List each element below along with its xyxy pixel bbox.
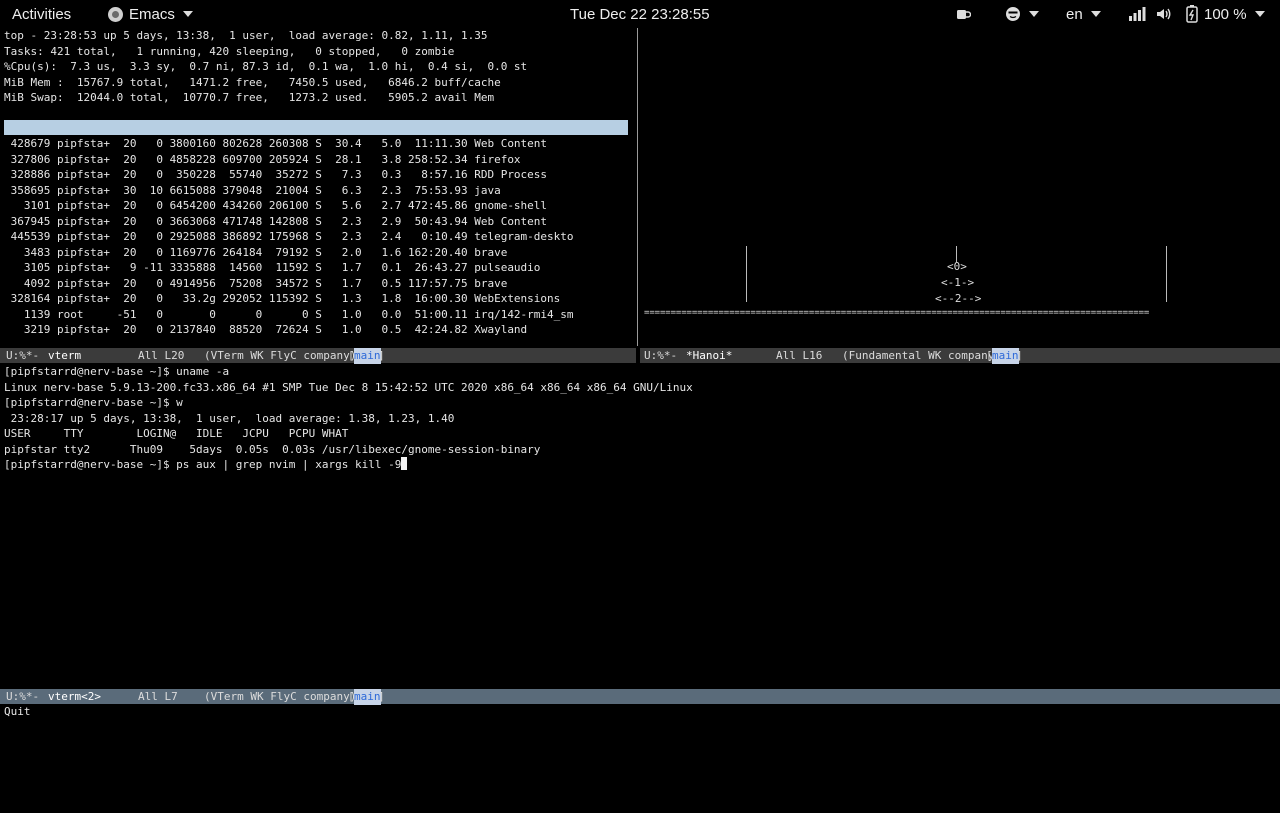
shell-line: pipfstar tty2 Thu09 5days 0.05s 0.03s /u… [4, 442, 541, 456]
echo-area: Quit [4, 705, 31, 718]
modeline-branch-close: ] [378, 690, 385, 703]
swap-line: MiB Swap: 12044.0 total, 10770.7 free, 1… [4, 91, 495, 104]
modeline-branch[interactable]: main [354, 348, 381, 364]
table-row: 358695 pipfsta+ 30 10 6615088 379048 210… [4, 183, 501, 197]
modeline-buffer-name[interactable]: vterm<2> [48, 689, 101, 705]
modeline-buffer-name[interactable]: vterm [48, 348, 81, 364]
shell-line: USER TTY LOGIN@ IDLE JCPU PCPU WHAT [4, 427, 349, 440]
modeline-modes[interactable]: (VTerm WK FlyC company) [204, 348, 356, 364]
emoji-icon [1006, 7, 1020, 21]
table-row: 3483 pipfsta+ 20 0 1169776 264184 79192 … [4, 245, 508, 259]
activities-label: Activities [12, 5, 72, 23]
modeline-buffer-name[interactable]: *Hanoi* [686, 348, 732, 364]
shell-vterm-pane[interactable]: [pipfstarrd@nerv-base ~]$ uname -a Linux… [0, 364, 1280, 688]
hanoi-pole-left [746, 246, 747, 302]
table-row: 367945 pipfsta+ 20 0 3663068 471748 1428… [4, 214, 548, 228]
table-row: 328886 pipfsta+ 20 0 350228 55740 35272 … [4, 168, 548, 181]
mem-line: MiB Mem : 15767.9 total, 1471.2 free, 74… [4, 75, 501, 89]
table-row: 1139 root -51 0 0 0 0 S 1.0 0.0 51:00.11… [4, 307, 574, 321]
process-table-header: PID USER PR NI VIRT RES SHR S %CPU %MEM … [4, 120, 628, 150]
table-row: 328164 pipfsta+ 20 0 33.2g 292052 115392… [4, 292, 561, 305]
hanoi-pane[interactable]: <0> <-1-> <--2--> [640, 28, 1280, 346]
coffee-icon [957, 10, 971, 19]
language-label: en [1066, 5, 1083, 23]
modeline-branch[interactable]: main [992, 348, 1019, 364]
hanoi-base: ========================================… [644, 308, 1150, 318]
text-cursor [401, 457, 408, 470]
top-vterm-pane[interactable]: top - 23:28:53 up 5 days, 13:38, 1 user,… [0, 28, 636, 346]
shell-command[interactable]: [pipfstarrd@nerv-base ~]$ ps aux | grep … [4, 458, 401, 471]
modeline-position: All L20 [138, 349, 185, 362]
table-row: 4092 pipfsta+ 20 0 4914956 75208 34572 S… [4, 276, 508, 290]
modeline-state: U:%*- [6, 349, 40, 362]
emoji-indicator[interactable] [1005, 5, 1039, 23]
volume-icon [1157, 8, 1171, 20]
battery-indicator[interactable]: 100 % [1186, 5, 1265, 23]
activities-button[interactable]: Activities [12, 5, 71, 23]
shell-line: Linux nerv-base 5.9.13-200.fc33.x86_64 #… [4, 380, 693, 394]
table-row: 3219 pipfsta+ 20 0 2137840 88520 72624 S… [4, 323, 528, 336]
window-divider[interactable] [637, 28, 638, 346]
table-row: 428679 pipfsta+ 20 0 3800160 802628 2603… [4, 137, 548, 150]
wifi-indicator[interactable] [1128, 5, 1146, 23]
modeline-modes[interactable]: (VTerm WK FlyC company) [204, 689, 356, 705]
app-name: Emacs [129, 5, 175, 23]
wifi-icon [1129, 7, 1146, 21]
chevron-down-icon [182, 11, 193, 17]
modeline-vterm[interactable]: U:%*- vterm All L20 (VTerm WK FlyC compa… [0, 348, 636, 364]
hanoi-disk-1: <-1-> [941, 276, 975, 289]
modeline-state: U:%*- [6, 690, 40, 703]
modeline-modes[interactable]: (Fundamental WK company) [842, 348, 1001, 364]
hanoi-pole-right [1166, 246, 1167, 302]
battery-label: 100 % [1204, 5, 1247, 23]
modeline-position: All L7 [138, 690, 178, 703]
shell-line: 23:28:17 up 5 days, 13:38, 1 user, load … [4, 411, 455, 425]
shell-line: [pipfstarrd@nerv-base ~]$ uname -a [4, 365, 230, 378]
modeline-branch-close: ] [1016, 349, 1023, 362]
shell-prompt-line[interactable]: [pipfstarrd@nerv-base ~]$ ps aux | grep … [4, 457, 408, 473]
hanoi-disk-0: <0> [947, 260, 967, 273]
top-bar: Activities Emacs Tue Dec 22 23:28:55 en [0, 0, 1280, 28]
chevron-down-icon [1254, 11, 1265, 17]
caffeine-indicator[interactable] [955, 5, 971, 23]
top-summary-line: top - 23:28:53 up 5 days, 13:38, 1 user,… [4, 29, 488, 42]
chevron-down-icon [1090, 11, 1101, 17]
hanoi-disk-2: <--2--> [935, 292, 982, 305]
language-menu[interactable]: en [1066, 5, 1101, 23]
modeline-state: U:%*- [644, 349, 678, 362]
emacs-icon [108, 6, 123, 22]
chevron-down-icon [1029, 11, 1039, 17]
modeline-position: All L16 [776, 349, 823, 362]
app-menu[interactable]: Emacs [108, 5, 193, 23]
modeline-vterm-2[interactable]: U:%*- vterm<2> All L7 (VTerm WK FlyC com… [0, 689, 1280, 705]
table-row: 445539 pipfsta+ 20 0 2925088 386892 1759… [4, 230, 574, 243]
clock[interactable]: Tue Dec 22 23:28:55 [570, 5, 710, 23]
battery-icon [1186, 5, 1198, 23]
table-row: 327806 pipfsta+ 20 0 4858228 609700 2059… [4, 152, 521, 166]
table-row: 3105 pipfsta+ 9 -11 3335888 14560 11592 … [4, 261, 541, 274]
modeline-branch[interactable]: main [354, 689, 381, 705]
shell-line: [pipfstarrd@nerv-base ~]$ w [4, 396, 183, 409]
tasks-line: Tasks: 421 total, 1 running, 420 sleepin… [4, 44, 455, 58]
cpu-line: %Cpu(s): 7.3 us, 3.3 sy, 0.7 ni, 87.3 id… [4, 60, 528, 73]
table-row: 3101 pipfsta+ 20 0 6454200 434260 206100… [4, 199, 548, 212]
volume-indicator[interactable] [1156, 5, 1172, 23]
modeline-hanoi[interactable]: U:%*- *Hanoi* All L16 (Fundamental WK co… [640, 348, 1280, 364]
clock-label: Tue Dec 22 23:28:55 [570, 5, 710, 23]
modeline-branch-close: ] [378, 349, 385, 362]
